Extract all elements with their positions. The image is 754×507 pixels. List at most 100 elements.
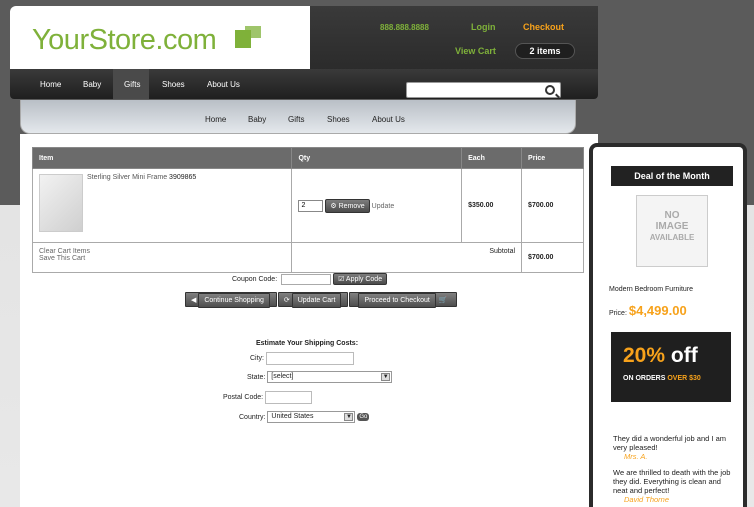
deal-price-row: Price: $4,499.00 [609,303,687,318]
cart-content: Item Qty Each Price Sterling Silver Mini… [20,134,598,507]
item-cell: Sterling Silver Mini Frame 3909865 [31,168,293,243]
state-selected-value: [select] [271,373,294,380]
nav-item-about-us[interactable]: About Us [207,80,240,89]
update-cart-button[interactable]: ⟳ Update Cart [277,292,349,308]
city-row: City: [250,352,354,365]
chevron-down-icon: ▼ [344,413,354,421]
phone-number: 888.888.8888 [380,23,429,32]
cart-count-text: 2 items [529,46,561,56]
country-row: Country: United States ▼ Go [239,411,370,423]
city-label: City: [250,355,264,363]
postal-code-field[interactable] [265,391,313,404]
coupon-label: Coupon Code: [232,275,278,283]
nav-item-home[interactable]: Home [40,80,61,89]
view-cart-link[interactable]: View Cart [455,46,496,56]
search-input[interactable] [406,82,561,98]
remove-button[interactable]: ⚙ Remove [325,198,370,213]
subnav-item-about-us[interactable]: About Us [372,115,405,124]
sub-nav: Home Baby Gifts Shoes About Us [20,100,576,134]
continue-label: Continue Shopping [198,293,270,308]
postal-row: Postal Code: [223,391,313,404]
table-row: Clear Cart Items Save This Cart Subtotal… [31,242,584,273]
deal-price: $4,499.00 [628,303,687,318]
checkout-label: Proceed to Checkout [358,293,436,308]
sidebar: Deal of the Month NO IMAGE AVAILABLE Mod… [589,143,747,507]
coupon-input[interactable] [281,273,332,285]
chevron-down-icon: ▼ [381,373,391,381]
city-field[interactable] [265,352,354,365]
subnav-item-baby[interactable]: Baby [248,115,266,124]
deal-price-label: Price: [609,310,627,317]
proceed-checkout-button[interactable]: Proceed to Checkout 🛒 [349,292,457,308]
no-image-line-2: IMAGE [655,221,689,232]
each-price: $350.00 [461,168,523,243]
promo-percent: 20% [623,344,666,367]
update-cart-label: Update Cart [291,293,342,308]
search-icon[interactable] [545,85,555,95]
store-logo[interactable]: YourStore.com [32,24,217,57]
promo-line-b: OVER $30 [667,375,701,382]
nav-item-shoes[interactable]: Shoes [162,80,185,89]
testimonial-author: David Thorne [624,495,670,504]
col-item: Item [31,147,293,169]
clear-cart-link[interactable]: Clear Cart Items [39,248,285,255]
table-row: Sterling Silver Mini Frame 3909865 ⚙ Rem… [31,168,584,243]
subnav-item-shoes[interactable]: Shoes [327,115,350,124]
no-image-line-3: AVAILABLE [649,233,695,242]
login-link[interactable]: Login [471,22,496,32]
promo-line-a: ON ORDERS [623,375,666,382]
save-cart-link[interactable]: Save This Cart [39,255,285,262]
col-each: Each [461,147,523,169]
testimonial-text: We are thrilled to death with the job th… [613,468,731,495]
no-image-line-1: NO [664,210,680,221]
col-price: Price [521,147,584,169]
testimonial-text: They did a wonderful job and I am very p… [613,434,726,452]
testimonial: They did a wonderful job and I am very p… [613,434,731,461]
cart-table: Item Qty Each Price Sterling Silver Mini… [31,147,584,273]
coupon-row: Coupon Code: ☑ Apply Code [232,273,388,285]
deal-of-month-title: Deal of the Month [611,166,733,186]
no-image-placeholder[interactable]: NO IMAGE AVAILABLE [636,195,708,267]
subnav-item-gifts[interactable]: Gifts [288,115,304,124]
header-account-area [310,6,598,70]
quantity-input[interactable] [298,199,324,212]
cart-count-badge[interactable]: 2 items [515,43,575,59]
state-row: State: [select] ▼ [247,371,393,383]
col-qty: Qty [291,147,463,169]
qty-cell: ⚙ Remove Update [291,168,463,243]
go-button[interactable]: Go [357,413,370,421]
promo-off: off [670,344,698,367]
line-price: $700.00 [521,168,584,243]
testimonial: We are thrilled to death with the job th… [613,468,731,504]
deal-product-name[interactable]: Modern Bedroom Furniture [609,286,693,293]
product-name-line[interactable]: Sterling Silver Mini Frame 3909865 [87,174,196,181]
continue-shopping-button[interactable]: ◀ Continue Shopping [185,292,277,308]
country-select[interactable]: United States ▼ [267,411,356,423]
apply-code-button[interactable]: ☑ Apply Code [333,273,388,285]
remove-label: Remove [338,202,365,210]
state-select[interactable]: [select] ▼ [267,371,393,383]
cart-actions: ◀ Continue Shopping ⟳ Update Cart Proceed … [185,292,458,308]
subtotal-value: $700.00 [521,242,584,273]
cart-links-cell: Clear Cart Items Save This Cart [31,242,293,273]
country-label: Country: [239,413,266,421]
checkout-link[interactable]: Checkout [523,22,564,32]
product-thumbnail[interactable] [39,174,83,232]
product-sku: 3909865 [169,174,197,181]
store-shell: YourStore.com 888.888.8888 Login Checkou… [10,6,598,507]
cart-header-row: Item Qty Each Price [31,147,584,169]
nav-item-baby[interactable]: Baby [83,80,101,89]
state-label: State: [247,373,266,381]
apply-code-label: Apply Code [345,276,383,283]
shipping-title: Estimate Your Shipping Costs: [256,340,359,347]
nav-item-gifts[interactable]: Gifts [124,80,140,89]
promo-banner[interactable]: 20% off ON ORDERS OVER $30 [611,332,731,402]
logo-mark-icon [235,26,261,48]
subtotal-label: Subtotal [291,242,523,273]
update-link[interactable]: Update [372,202,395,209]
postal-label: Postal Code: [223,394,264,402]
country-selected-value: United States [271,413,314,420]
product-name: Sterling Silver Mini Frame [86,174,168,181]
subnav-item-home[interactable]: Home [205,115,226,124]
testimonial-author: Mrs. A. [624,452,648,461]
